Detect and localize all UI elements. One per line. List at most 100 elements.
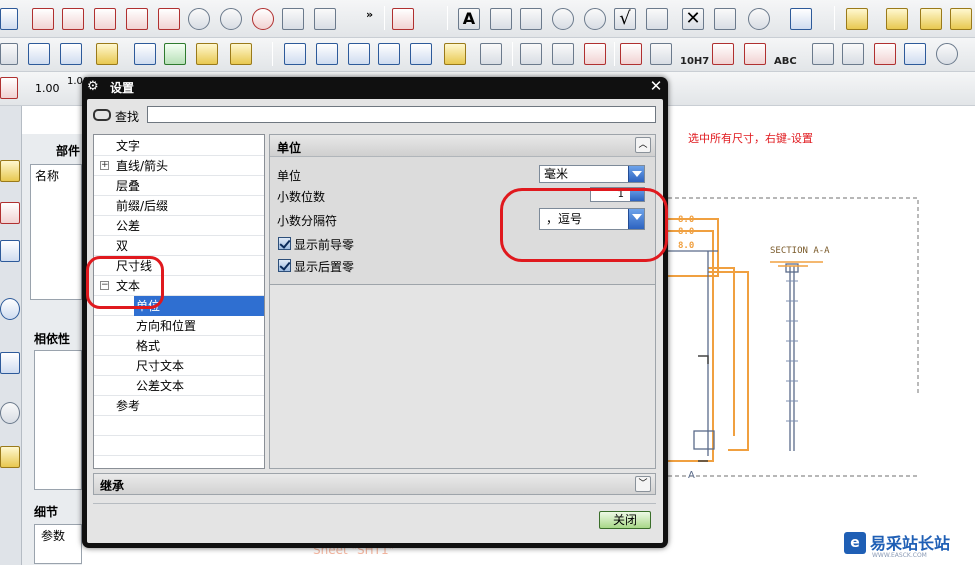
tree-item-label: 公差文本: [136, 379, 185, 393]
tree-item[interactable]: 格式: [94, 336, 264, 356]
resource-icon-4[interactable]: [0, 298, 20, 320]
resource-icon-1[interactable]: [0, 160, 20, 182]
col-name-header[interactable]: 名称: [35, 167, 59, 184]
users-icon[interactable]: [0, 446, 20, 468]
toolbar-icon-10[interactable]: [282, 8, 304, 30]
toolbar3-icon-1[interactable]: [0, 77, 18, 99]
tolerance-label[interactable]: 10H7: [680, 56, 709, 67]
tree-item[interactable]: 前缀/后缀: [94, 196, 264, 216]
tree-item[interactable]: 双: [94, 236, 264, 256]
toolbar2-icon-24[interactable]: [904, 43, 926, 65]
tree-empty-row: [94, 436, 264, 456]
tree-item[interactable]: 文字: [94, 136, 264, 156]
toolbar-icon-2[interactable]: [32, 8, 54, 30]
resource-icon-5[interactable]: [0, 352, 20, 374]
toolbar-icon-19[interactable]: [920, 8, 942, 30]
toolbar2-icon-8[interactable]: [230, 43, 252, 65]
toolbar2-icon-20[interactable]: [650, 43, 672, 65]
parts-list: 名称: [30, 164, 82, 300]
toolbar-icon-9[interactable]: [252, 8, 274, 30]
leading-zero-checkbox[interactable]: [278, 237, 291, 250]
toolbar-icon-14[interactable]: [520, 8, 542, 30]
trailing-zero-checkbox[interactable]: [278, 259, 291, 272]
toolbar-icon-12[interactable]: [392, 8, 414, 30]
toolbar-icon-11[interactable]: [314, 8, 336, 30]
more-chevron-icon[interactable]: »: [366, 8, 373, 21]
toolbar-icon-6[interactable]: [158, 8, 180, 30]
toolbar2-icon-9[interactable]: [284, 43, 306, 65]
toolbar-icon-8[interactable]: [220, 8, 242, 30]
check-icon[interactable]: √: [614, 8, 636, 30]
toolbar2-icon-10[interactable]: [316, 43, 338, 65]
tree-item[interactable]: 公差文本: [94, 376, 264, 396]
toolbar2-icon-25[interactable]: [936, 43, 958, 65]
find-label: 查找: [115, 110, 140, 124]
hammer-icon[interactable]: [886, 8, 908, 30]
toolbar-icon-1[interactable]: [0, 8, 18, 30]
triangle-icon[interactable]: [842, 43, 864, 65]
abc-label[interactable]: ABC: [774, 56, 797, 67]
watermark-brand: 易采站长站: [870, 534, 951, 553]
toolbar2-icon-11[interactable]: [348, 43, 370, 65]
tree-item[interactable]: + 直线/箭头: [94, 156, 264, 176]
close-button[interactable]: 关闭: [599, 511, 651, 529]
toolbar2-icon-4[interactable]: [96, 43, 118, 65]
toolbar-icon-18[interactable]: [846, 8, 868, 30]
scale-value-1[interactable]: 1.00: [35, 82, 60, 95]
toolbar2-icon-19[interactable]: [620, 43, 642, 65]
cross-icon[interactable]: ✕: [682, 8, 704, 30]
dropdown-arrow-icon[interactable]: [628, 166, 644, 182]
toolbar-icon-5[interactable]: [126, 8, 148, 30]
tree-item[interactable]: 公差: [94, 216, 264, 236]
toolbar2-icon-17[interactable]: [552, 43, 574, 65]
inherit-section[interactable]: 继承 ﹀: [93, 473, 656, 495]
toolbar-icon-4[interactable]: [94, 8, 116, 30]
layers-icon[interactable]: [28, 43, 50, 65]
toolbar2-icon-22[interactable]: [744, 43, 766, 65]
toolbar2-icon-6[interactable]: [164, 43, 186, 65]
toolbar2-icon-23[interactable]: [812, 43, 834, 65]
tree-item-label: 尺寸文本: [136, 359, 185, 373]
toolbar2-icon-1[interactable]: [0, 43, 18, 65]
detail-col-header[interactable]: 参数: [41, 527, 65, 544]
tree-item[interactable]: 方向和位置: [94, 316, 264, 336]
toolbar2-icon-5[interactable]: [134, 43, 156, 65]
collapse-chevron-icon[interactable]: ︿: [635, 137, 651, 153]
clock-icon[interactable]: [0, 402, 20, 424]
toolbar-icon-20[interactable]: [950, 8, 972, 30]
close-icon[interactable]: ✕: [648, 78, 664, 94]
toolbar-icon-16[interactable]: [646, 8, 668, 30]
toolbar2-icon-3[interactable]: [60, 43, 82, 65]
toolbar-icon-15[interactable]: [584, 8, 606, 30]
table-icon[interactable]: [874, 43, 896, 65]
expand-chevron-icon[interactable]: ﹀: [635, 476, 651, 492]
find-input[interactable]: [147, 106, 656, 123]
unit-group-header[interactable]: 单位 ︿: [270, 135, 655, 157]
tree-item[interactable]: 参考: [94, 396, 264, 416]
toolbar-icon-13[interactable]: [490, 8, 512, 30]
toolbar-icon-7[interactable]: [188, 8, 210, 30]
text-icon[interactable]: A: [458, 8, 480, 30]
toolbar2-icon-15[interactable]: [480, 43, 502, 65]
toolbar-icon-3[interactable]: [62, 8, 84, 30]
toolbar2-icon-18[interactable]: [584, 43, 606, 65]
toolbar2-icon-14[interactable]: [444, 43, 466, 65]
toolbar-icon-17[interactable]: [714, 8, 736, 30]
tree-item[interactable]: 层叠: [94, 176, 264, 196]
resource-icon-3[interactable]: [0, 240, 20, 262]
image-icon[interactable]: [790, 8, 812, 30]
zoom-icon[interactable]: [552, 8, 574, 30]
watermark: e 易采站长站 WWW.EASCK.COM: [842, 528, 975, 565]
expand-icon[interactable]: +: [100, 161, 109, 170]
toolbar2-icon-16[interactable]: [520, 43, 542, 65]
toolbar2-icon-12[interactable]: [378, 43, 400, 65]
unit-select[interactable]: 毫米: [539, 165, 645, 183]
drawing-canvas[interactable]: 选中所有尺寸，右键-设置 8.0 8.0 8.0 SECTION A-A A S…: [313, 106, 975, 565]
right-panel-body: [269, 285, 656, 469]
toolbar2-icon-13[interactable]: [410, 43, 432, 65]
toolbar2-icon-7[interactable]: [196, 43, 218, 65]
crosshair-icon[interactable]: [748, 8, 770, 30]
toolbar2-icon-21[interactable]: [712, 43, 734, 65]
tree-item[interactable]: 尺寸文本: [94, 356, 264, 376]
resource-icon-2[interactable]: [0, 202, 20, 224]
